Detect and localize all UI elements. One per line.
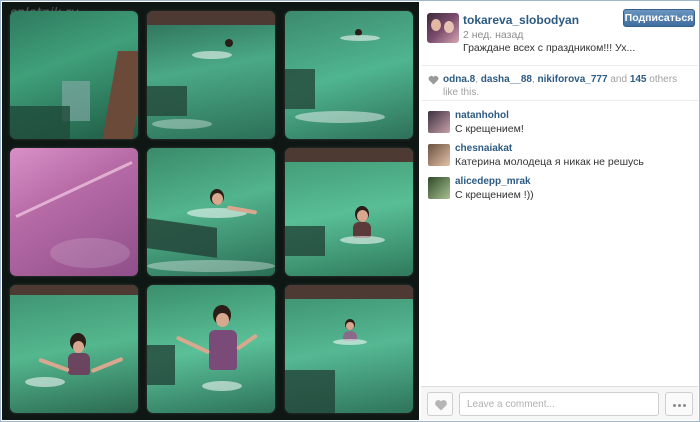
collage-tile-6	[285, 148, 413, 276]
liker-username[interactable]: nikiforova_777	[538, 74, 608, 85]
comment-footer	[421, 386, 698, 420]
comment-text: С крещением!	[455, 123, 524, 135]
like-button[interactable]	[427, 392, 453, 416]
more-dots-icon	[673, 404, 676, 407]
comment-item: chesnaiakat Катерина молодеца я никак не…	[421, 141, 698, 173]
comment-username[interactable]: chesnaiakat	[455, 143, 512, 154]
liker-username[interactable]: odna.8	[443, 74, 475, 85]
collage-tile-3	[285, 11, 413, 139]
comment-username[interactable]: alicedepp_mrak	[455, 176, 531, 187]
liker-username[interactable]: dasha__88	[481, 74, 532, 85]
more-options-button[interactable]	[665, 392, 693, 416]
collage-tile-4	[10, 148, 138, 276]
comment-text: С крещением !))	[455, 189, 534, 201]
comment-text: Катерина молодеца я никак не решусь	[455, 156, 644, 168]
post-time[interactable]: 2 нед. назад	[463, 29, 523, 41]
likes-text: odna.8, dasha__88, nikiforova_777 and 14…	[443, 74, 678, 98]
commenter-avatar[interactable]	[428, 144, 450, 166]
heart-icon	[435, 400, 447, 411]
heart-icon	[428, 75, 439, 85]
collage-tile-5	[147, 148, 275, 276]
comment-input[interactable]	[459, 392, 659, 416]
post-header: tokareva_slobodyan 2 нед. назад Граждане…	[421, 2, 698, 64]
collage-tile-2	[147, 11, 275, 139]
likes-section: odna.8, dasha__88, nikiforova_777 and 14…	[421, 65, 698, 101]
post-sidebar: tokareva_slobodyan 2 нед. назад Граждане…	[421, 2, 698, 420]
comment-username[interactable]: natanhohol	[455, 110, 509, 121]
comments-list: natanhohol С крещением! chesnaiakat Кате…	[421, 108, 698, 207]
post-caption: Граждане всех с праздником!!! Ух...	[463, 42, 636, 54]
collage-tile-1	[10, 11, 138, 139]
comment-item: alicedepp_mrak С крещением !))	[421, 174, 698, 206]
comment-item: natanhohol С крещением!	[421, 108, 698, 140]
photo-collage[interactable]: spletnik.ru	[2, 2, 419, 420]
post-username[interactable]: tokareva_slobodyan	[463, 13, 579, 27]
collage-tile-9	[285, 285, 413, 413]
collage-tile-8	[147, 285, 275, 413]
likes-count[interactable]: 145	[630, 74, 647, 85]
avatar[interactable]	[427, 13, 459, 43]
follow-button[interactable]: Подписаться	[623, 9, 695, 27]
commenter-avatar[interactable]	[428, 111, 450, 133]
commenter-avatar[interactable]	[428, 177, 450, 199]
collage-tile-7	[10, 285, 138, 413]
